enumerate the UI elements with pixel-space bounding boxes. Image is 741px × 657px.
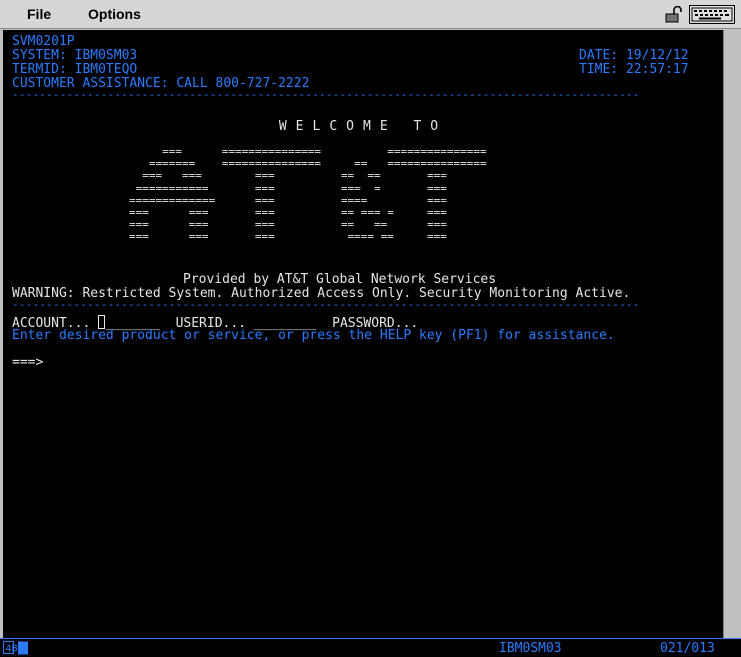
logo-art-line: ======= =============== == =============… (129, 157, 487, 171)
terminal-id: TERMID: IBM0TEQO (12, 62, 138, 77)
instructions: Enter desired product or service, or pre… (12, 328, 615, 343)
logo-art-line: ============= === ==== === (129, 193, 447, 207)
terminal-screen[interactable]: SVM0201P SYSTEM: IBM0SM03 TERMID: IBM0TE… (3, 30, 723, 638)
cursor-position: 021/013 (660, 641, 715, 656)
time: TIME: 22:57:17 (579, 62, 689, 77)
logo-art-line: =========== === === = === (129, 181, 447, 195)
menu-file[interactable]: File (27, 6, 51, 22)
lock-open-icon[interactable] (665, 6, 683, 23)
status-system: IBM0SM03 (499, 641, 562, 656)
keyboard-icon[interactable] (689, 5, 735, 24)
logo-art-line: === === === == == === (129, 218, 447, 232)
provided-by: Provided by AT&T Global Network Services (183, 272, 497, 287)
att-logo-art: === =============== =============== ====… (129, 145, 487, 244)
logo-art-line: === === === == == === (129, 169, 447, 183)
separator-top: ----------------------------------------… (12, 88, 640, 101)
welcome-heading: WELCOME TO (278, 119, 448, 134)
menu-bar: File Options (0, 0, 741, 29)
command-prompt[interactable]: ===> (12, 356, 43, 370)
status-bar: 4B IBM0SM03 021/013 (0, 638, 741, 657)
menu-options[interactable]: Options (88, 6, 141, 22)
status-indicator-icon: 4B (3, 641, 28, 655)
logo-art-line: === =============== =============== (129, 145, 487, 158)
date: DATE: 19/12/12 (579, 48, 689, 63)
logo-art-line: === === === ==== == === (129, 230, 447, 244)
vertical-scrollbar[interactable] (723, 30, 741, 638)
logo-art-line: === === === == === = === (129, 206, 447, 220)
status-indicator-text: 4B (6, 644, 18, 655)
screen-id: SVM0201P (12, 34, 75, 49)
separator-bottom: ----------------------------------------… (12, 298, 640, 311)
system-name: SYSTEM: IBM0SM03 (12, 48, 138, 63)
